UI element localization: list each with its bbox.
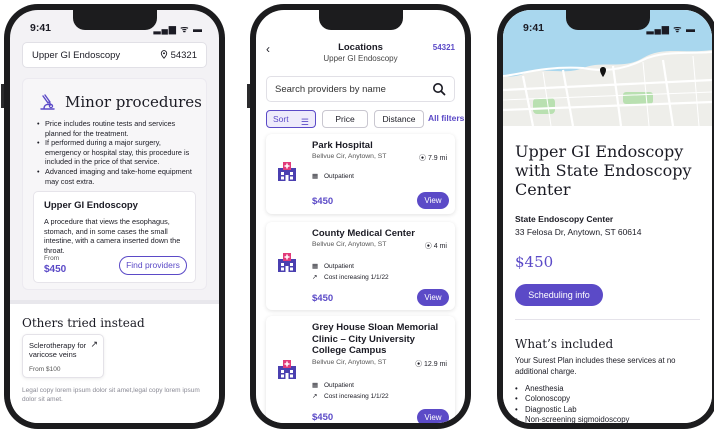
included-services-list: Anesthesia Colonoscopy Diagnostic Lab No…: [515, 384, 629, 423]
trend-up-icon: ↗: [312, 393, 318, 400]
detail-title: Upper GI Endoscopy with State Endoscopy …: [515, 142, 692, 199]
zip-text: 54321: [170, 50, 197, 61]
screen-provider-detail: 9:41 ▂▄▆ ᯤ ▬ Upper GI Endoscopy with Sta…: [503, 10, 712, 423]
procedure-price-card: Upper GI Endoscopy A procedure that view…: [33, 191, 196, 283]
note-item: Advanced imaging and take-home equipment…: [37, 167, 196, 186]
provider-distance: ⦿ 7.9 mi: [418, 155, 447, 162]
provider-card[interactable]: Park Hospital Bellvue Cir, Anytown, ST ⦿…: [266, 134, 455, 214]
hospital-icon: [278, 162, 296, 181]
search-query-text: Upper GI Endoscopy: [32, 50, 121, 61]
zip-code[interactable]: 54321: [160, 50, 197, 61]
provider-search-input[interactable]: Search providers by name: [266, 76, 455, 102]
external-arrow-icon: ↗: [90, 339, 98, 349]
note-item: If performed during a major surgery, eme…: [37, 138, 196, 167]
location-pin-icon: [160, 50, 168, 59]
hospital-icon: [278, 360, 296, 379]
provider-price: $450: [312, 293, 334, 304]
provider-address: Bellvue Cir, Anytown, ST: [312, 359, 387, 366]
whats-included-title: What’s included: [515, 337, 614, 351]
sort-button[interactable]: Sort ☰: [266, 110, 316, 128]
provider-distance: ⦿ 4 mi: [424, 243, 447, 250]
provider-name: County Medical Center: [312, 228, 415, 239]
microscope-icon: [40, 94, 55, 110]
setting-tag: ▦ Outpatient: [312, 263, 354, 270]
provider-name: Park Hospital: [312, 140, 373, 151]
building-icon: ▦: [312, 173, 319, 180]
hospital-icon: [278, 253, 296, 272]
status-icons: ▂▄▆ ᯤ ▬: [153, 24, 203, 34]
procedure-description: A procedure that views the esophagus, st…: [44, 217, 181, 255]
others-tried-title: Others tried instead: [22, 316, 145, 330]
page-subtitle: Upper GI Endoscopy: [323, 54, 398, 63]
provider-address: 33 Felosa Dr, Anytown, ST 60614: [515, 227, 642, 237]
notch: [318, 10, 403, 30]
section-divider: [515, 319, 700, 320]
filter-bar: Sort ☰ Price Distance All filters: [266, 110, 465, 128]
alternative-procedure-card[interactable]: Sclerotherapy for varicose veins ↗ From …: [22, 334, 104, 378]
view-button[interactable]: View: [417, 192, 449, 209]
scheduling-info-button[interactable]: Scheduling info: [515, 284, 603, 306]
alternative-price: From $100: [29, 366, 61, 373]
provider-card[interactable]: Grey House Sloan Memorial Clinic – City …: [266, 316, 455, 423]
phone-locations: ‹ Locations Upper GI Endoscopy 54321 Sea…: [247, 4, 471, 429]
included-service: Diagnostic Lab: [515, 405, 629, 416]
cost-increase-note: ↗ Cost increasing 1/1/22: [312, 274, 389, 281]
notch: [565, 10, 650, 30]
setting-tag: ▦ Outpatient: [312, 173, 354, 180]
view-button[interactable]: View: [417, 409, 449, 423]
status-time: 9:41: [523, 22, 545, 34]
provider-price: $450: [312, 412, 334, 423]
building-icon: ▦: [312, 263, 319, 270]
sort-label: Sort: [273, 114, 289, 124]
minor-procedures-card: Minor procedures Price includes routine …: [22, 78, 207, 290]
procedure-price: $450: [44, 264, 67, 275]
from-label: From: [44, 255, 60, 262]
sort-lines-icon: ☰: [300, 117, 309, 127]
price-filter-button[interactable]: Price: [322, 110, 368, 128]
search-icon: [433, 83, 446, 96]
alternative-name: Sclerotherapy for varicose veins: [29, 341, 87, 359]
status-time: 9:41: [30, 22, 52, 34]
note-item: Price includes routine tests and service…: [37, 119, 196, 138]
included-service: Colonoscopy: [515, 394, 629, 405]
locations-header: ‹ Locations Upper GI Endoscopy 54321: [256, 40, 465, 70]
included-service: Non-screening sigmoidoscopy: [515, 415, 629, 423]
distance-filter-button[interactable]: Distance: [374, 110, 424, 128]
procedure-notes: Price includes routine tests and service…: [37, 119, 196, 186]
find-providers-button[interactable]: Find providers: [119, 256, 187, 275]
view-button[interactable]: View: [417, 289, 449, 306]
whats-included-description: Your Surest Plan includes these services…: [515, 356, 676, 376]
procedure-search-field[interactable]: Upper GI Endoscopy 54321: [22, 42, 207, 68]
building-icon: ▦: [312, 382, 319, 389]
search-placeholder: Search providers by name: [275, 84, 386, 95]
provider-card[interactable]: County Medical Center Bellvue Cir, Anyto…: [266, 222, 455, 310]
setting-tag: ▦ Outpatient: [312, 382, 354, 389]
provider-name: State Endoscopy Center: [515, 214, 614, 224]
included-service: Anesthesia: [515, 384, 629, 395]
legal-copy: Legal copy lorem ipsum dolor sit amet,le…: [22, 387, 200, 403]
screen-procedure: 9:41 ▂▄▆ ᯤ ▬ Upper GI Endoscopy 54321 Mi…: [10, 10, 219, 423]
procedure-name: Upper GI Endoscopy: [44, 200, 138, 211]
notch: [72, 10, 157, 30]
trend-up-icon: ↗: [312, 274, 318, 281]
detail-price: $450: [515, 253, 554, 271]
screen-locations: ‹ Locations Upper GI Endoscopy 54321 Sea…: [256, 10, 465, 423]
procedures-title: Minor procedures: [65, 93, 202, 111]
provider-address: Bellvue Cir, Anytown, ST: [312, 241, 387, 248]
provider-address: Bellvue Cir, Anytown, ST: [312, 153, 387, 160]
all-filters-link[interactable]: All filters: [428, 113, 464, 123]
phone-provider-detail: 9:41 ▂▄▆ ᯤ ▬ Upper GI Endoscopy with Sta…: [497, 4, 714, 429]
cost-increase-note: ↗ Cost increasing 1/1/22: [312, 393, 389, 400]
provider-name: Grey House Sloan Memorial Clinic – City …: [312, 322, 439, 356]
zip-link[interactable]: 54321: [433, 43, 455, 52]
provider-price: $450: [312, 196, 334, 207]
phone-procedure-details: 9:41 ▂▄▆ ᯤ ▬ Upper GI Endoscopy 54321 Mi…: [1, 4, 225, 429]
provider-distance: ⦿ 12.9 mi: [415, 361, 447, 368]
status-icons: ▂▄▆ ᯤ ▬: [646, 24, 696, 34]
